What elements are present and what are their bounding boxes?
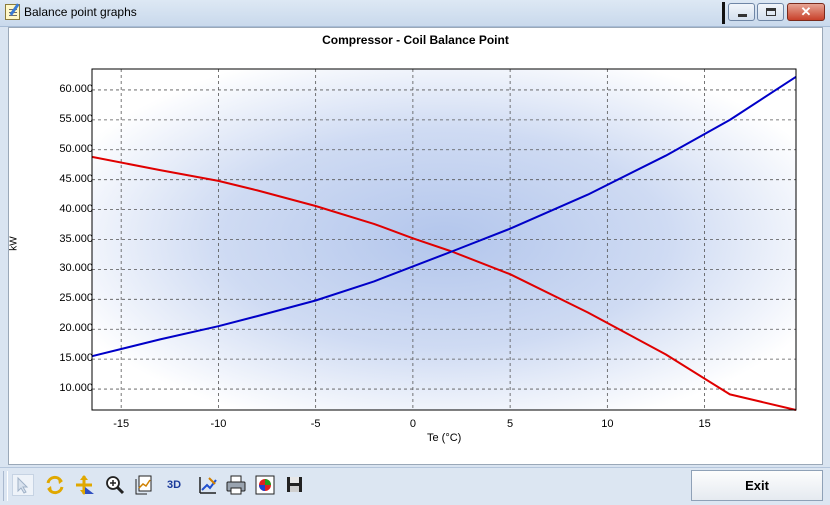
printer-icon — [226, 475, 246, 495]
pointer-icon — [17, 476, 29, 494]
x-axis-label: Te (°C) — [427, 432, 462, 444]
window-titlebar: Balance point graphs ✕ — [0, 0, 830, 27]
zoom-icon — [106, 476, 125, 495]
rotate-button[interactable] — [44, 474, 66, 496]
x-tick-label: -5 — [310, 418, 321, 430]
floppy-icon — [287, 477, 302, 492]
bottom-toolbar: 3D Exit — [0, 467, 830, 505]
3d-button[interactable]: 3D — [163, 474, 185, 496]
x-tick-label: 5 — [507, 418, 514, 430]
pointer-button[interactable] — [12, 474, 34, 496]
minimize-button[interactable] — [728, 3, 755, 21]
chart-plot[interactable] — [9, 28, 822, 464]
close-button[interactable]: ✕ — [787, 3, 825, 21]
y-tick-label: 50.000 — [59, 142, 93, 155]
print-button[interactable] — [225, 474, 247, 496]
y-tick-label: 20.000 — [59, 322, 93, 335]
chart-panel: Compressor - Coil Balance Point 10.000 15… — [8, 27, 823, 465]
maximize-button[interactable] — [757, 3, 784, 21]
y-tick-label: 60.000 — [59, 82, 93, 95]
move-arrows-icon — [76, 475, 94, 495]
x-tick-label: -10 — [210, 418, 227, 430]
title-marker — [722, 2, 725, 24]
x-tick-label: 15 — [698, 418, 711, 430]
plot-area — [92, 69, 796, 410]
export-image-icon — [255, 475, 275, 495]
window-title: Balance point graphs — [24, 5, 137, 19]
rotate-arrows-icon — [46, 475, 64, 495]
y-tick-label: 10.000 — [59, 382, 93, 395]
y-tick-label: 25.000 — [59, 292, 93, 305]
x-tick-label: 10 — [601, 418, 614, 430]
exit-button[interactable]: Exit — [691, 470, 823, 501]
y-tick-label: 30.000 — [59, 262, 93, 275]
toolbar-grip — [3, 471, 8, 501]
y-tick-label: 40.000 — [59, 202, 93, 215]
chart-edit-icon — [199, 477, 217, 494]
maximize-icon — [766, 8, 776, 16]
move-button[interactable] — [73, 474, 95, 496]
y-tick-label: 55.000 — [59, 112, 93, 125]
export-button[interactable] — [254, 474, 276, 496]
copy-button[interactable] — [133, 474, 155, 496]
y-tick-label: 45.000 — [59, 172, 93, 185]
x-tick-label: 0 — [409, 418, 416, 430]
save-button[interactable] — [284, 474, 306, 496]
x-tick-label: -15 — [113, 418, 130, 430]
edit-chart-button[interactable] — [197, 474, 219, 496]
minimize-icon — [738, 14, 747, 17]
app-notepad-icon — [5, 4, 20, 20]
y-tick-label: 35.000 — [59, 232, 93, 245]
y-tick-label: 15.000 — [59, 352, 93, 365]
copy-icon — [135, 475, 152, 495]
close-icon: ✕ — [800, 4, 812, 19]
y-axis-label: kW — [8, 236, 20, 251]
zoom-button[interactable] — [104, 474, 126, 496]
